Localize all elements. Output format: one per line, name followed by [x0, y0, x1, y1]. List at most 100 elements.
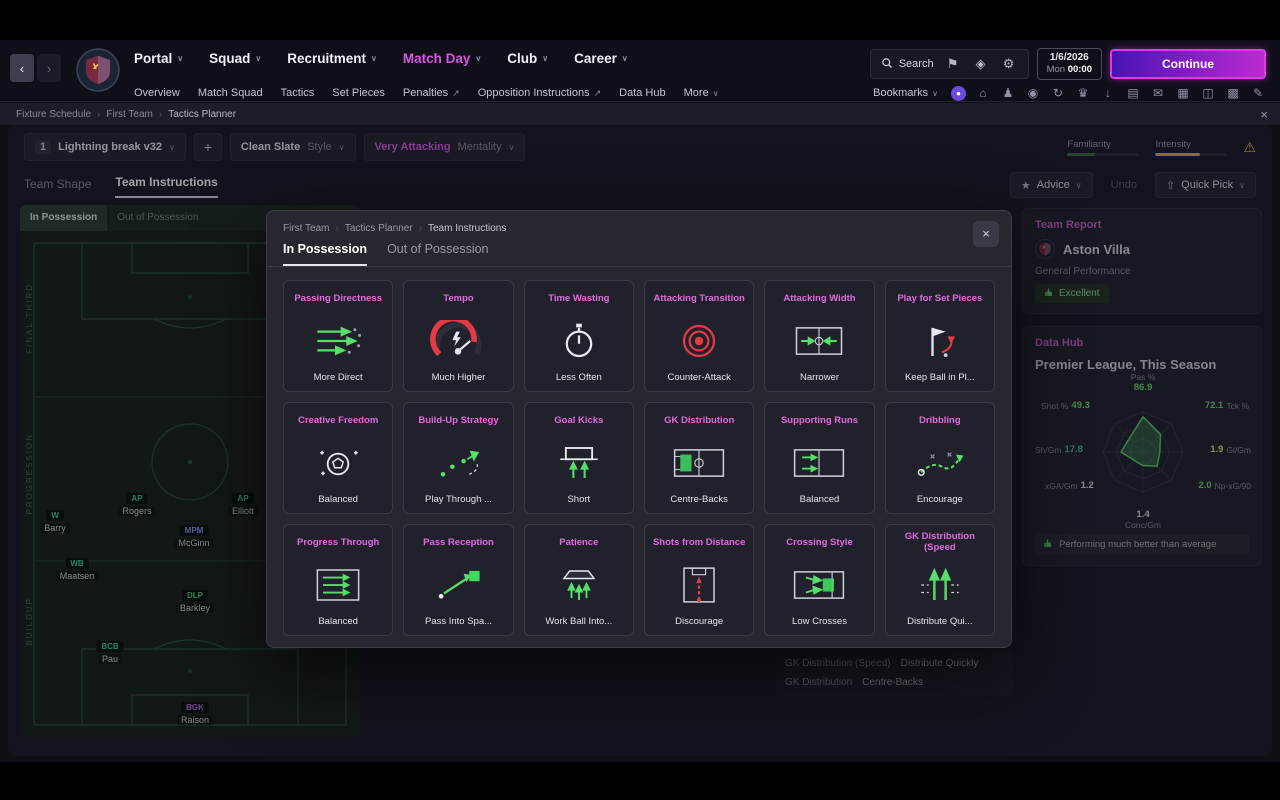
- advice-button[interactable]: ★ Advice ∨: [1009, 172, 1093, 198]
- mail-icon[interactable]: ✉: [1150, 86, 1166, 100]
- printer-icon[interactable]: ▤: [1125, 86, 1141, 100]
- modal-close-button[interactable]: ×: [973, 221, 999, 247]
- shirt-icon[interactable]: ♟: [1000, 86, 1016, 100]
- team-report-panel[interactable]: Team Report Aston Villa General Performa…: [1022, 208, 1262, 314]
- stadium-icon[interactable]: ⌂: [975, 86, 991, 100]
- date-display[interactable]: 1/6/2026 Mon 00:00: [1036, 48, 1102, 80]
- instruction-card-goal-kicks[interactable]: Goal Kicks Short: [523, 402, 634, 514]
- tactic-select[interactable]: 1 Lightning break v32 ∨: [24, 133, 186, 161]
- instruction-card-creative-freedom[interactable]: Creative Freedom Balanced: [283, 402, 394, 514]
- instruction-card-shots-from-distance[interactable]: Shots from Distance Discourage: [644, 524, 755, 636]
- player-role-badge: BGK: [181, 702, 209, 713]
- search-button[interactable]: Search: [881, 57, 934, 72]
- breadcrumb-item-first-team[interactable]: First Team: [106, 109, 153, 120]
- instruction-card-supporting-runs[interactable]: Supporting Runs Balanced: [764, 402, 875, 514]
- breadcrumb-item-team-instructions[interactable]: Team Instructions: [428, 223, 506, 234]
- tab-team-instructions[interactable]: Team Instructions: [115, 175, 218, 198]
- player-raison[interactable]: BGK Raison: [176, 702, 214, 725]
- subnav-item-overview[interactable]: Overview: [134, 87, 180, 99]
- summary-row-label: GK Distribution: [785, 677, 853, 688]
- close-icon[interactable]: ×: [1260, 107, 1268, 122]
- instruction-card-passing-directness[interactable]: Passing Directness More Direct: [283, 280, 394, 392]
- player-rogers[interactable]: AP Rogers: [118, 493, 156, 516]
- download-icon[interactable]: ↓: [1100, 86, 1116, 100]
- pitch-tab-in-possession[interactable]: In Possession: [20, 205, 108, 231]
- forward-button[interactable]: ›: [37, 54, 61, 82]
- instruction-card-title: GK Distribution: [664, 414, 735, 426]
- chat-icon[interactable]: ●: [951, 85, 966, 101]
- chevron-down-icon: ∨: [1239, 180, 1245, 190]
- nav-item-match-day[interactable]: Match Day ∨: [403, 51, 481, 66]
- player-barkley[interactable]: DLP Barkley: [175, 590, 215, 613]
- instruction-card-gk-distribution-speed[interactable]: GK Distribution (Speed Distribute Qui...: [884, 524, 995, 636]
- modal-tab-out-of-possession[interactable]: Out of Possession: [387, 242, 488, 266]
- continue-button[interactable]: Continue: [1110, 49, 1266, 79]
- tab-team-shape[interactable]: Team Shape: [24, 177, 91, 198]
- player-name: Maatsen: [55, 571, 99, 581]
- nav-item-club[interactable]: Club ∨: [507, 51, 548, 66]
- add-tactic-button[interactable]: +: [193, 133, 222, 161]
- subnav-item-match-squad[interactable]: Match Squad: [198, 87, 263, 99]
- instruction-card-attacking-width[interactable]: Attacking Width Narrower: [764, 280, 875, 392]
- mentality-select[interactable]: Very Attacking Mentality ∨: [363, 133, 526, 161]
- pitch-tab-out-of-possession[interactable]: Out of Possession: [107, 205, 208, 231]
- calendar-icon[interactable]: ▩: [1225, 86, 1241, 100]
- nav-item-label: Recruitment: [287, 51, 367, 66]
- subnav-item-set-pieces[interactable]: Set Pieces: [332, 87, 385, 99]
- back-button[interactable]: ‹: [10, 54, 34, 82]
- instruction-card-patience[interactable]: Patience Work Ball Into...: [523, 524, 634, 636]
- notebook-icon[interactable]: ▦: [1175, 86, 1191, 100]
- breadcrumb-item-tactics-planner[interactable]: Tactics Planner: [168, 109, 236, 120]
- modal-tab-in-possession[interactable]: In Possession: [283, 242, 368, 266]
- subnav-item-penalties[interactable]: Penalties ↗: [403, 87, 460, 99]
- trophy-icon[interactable]: ♛: [1075, 86, 1091, 100]
- subnav-item-tactics[interactable]: Tactics: [281, 87, 315, 99]
- bookmarks-button[interactable]: Bookmarks ∨: [873, 87, 938, 99]
- star-icon: ★: [1020, 179, 1031, 192]
- mentality-label: Mentality: [457, 141, 502, 153]
- subnav-item-data-hub[interactable]: Data Hub: [619, 87, 665, 99]
- instruction-card-dribbling[interactable]: Dribbling Encourage: [884, 402, 995, 514]
- quick-pick-button[interactable]: ⇧ Quick Pick ∨: [1154, 172, 1256, 198]
- settings-gear-icon[interactable]: ⚙: [1000, 56, 1018, 72]
- nav-item-recruitment[interactable]: Recruitment ∨: [287, 51, 377, 66]
- bookmark-flag-icon[interactable]: ⚑: [944, 56, 962, 72]
- intensity-meter: Intensity: [1155, 139, 1228, 156]
- instruction-summary-row[interactable]: GK Distribution Centre-Backs: [785, 673, 1003, 692]
- nav-item-career[interactable]: Career ∨: [574, 51, 628, 66]
- instruction-card-time-wasting[interactable]: Time Wasting Less Often: [523, 280, 634, 392]
- hints-icon[interactable]: ◈: [972, 56, 990, 72]
- breadcrumb-item-first-team[interactable]: First Team: [283, 223, 330, 234]
- whistle-icon[interactable]: ◉: [1025, 86, 1041, 100]
- top-bar: ‹ › Portal ∨ Squad ∨ Recruitment ∨ Match Day ∨ C…: [0, 40, 1280, 102]
- instruction-card-progress-through[interactable]: Progress Through Balanced: [283, 524, 394, 636]
- breadcrumb-item-tactics-planner[interactable]: Tactics Planner: [345, 223, 413, 234]
- undo-button[interactable]: Undo: [1101, 172, 1147, 198]
- instruction-card-gk-distribution[interactable]: GK Distribution Centre-Backs: [644, 402, 755, 514]
- instruction-card-crossing-style[interactable]: Crossing Style Low Crosses: [764, 524, 875, 636]
- style-select[interactable]: Clean Slate Style ∨: [229, 133, 356, 161]
- nav-item-portal[interactable]: Portal ∨: [134, 51, 183, 66]
- instruction-summary-row[interactable]: GK Distribution (Speed) Distribute Quickl…: [785, 654, 1003, 673]
- refresh-icon[interactable]: ↻: [1050, 86, 1066, 100]
- instruction-card-tempo[interactable]: Tempo Much Higher: [403, 280, 514, 392]
- player-pau[interactable]: BCB Pau: [96, 641, 124, 664]
- instruction-card-build-up-strategy[interactable]: Build-Up Strategy Play Through ...: [403, 402, 514, 514]
- player-maatsen[interactable]: WB Maatsen: [55, 558, 99, 581]
- summary-row-label: GK Distribution (Speed): [785, 658, 891, 669]
- instruction-card-title: Crossing Style: [786, 536, 853, 548]
- tactic-bar: 1 Lightning break v32 ∨ + Clean Slate St…: [24, 131, 1256, 163]
- player-elliott[interactable]: AP Elliott: [227, 493, 259, 516]
- subnav-item-opposition-instructions[interactable]: Opposition Instructions ↗: [478, 87, 601, 99]
- player-barry[interactable]: W Barry: [40, 510, 70, 533]
- breadcrumb-item-fixture-schedule[interactable]: Fixture Schedule: [16, 109, 91, 120]
- notes-icon[interactable]: ✎: [1250, 86, 1266, 100]
- nav-item-squad[interactable]: Squad ∨: [209, 51, 261, 66]
- player-mcginn[interactable]: MPM McGinn: [174, 525, 214, 548]
- instruction-card-play-for-set-pieces[interactable]: Play for Set Pieces Keep Ball in Pl...: [884, 280, 995, 392]
- instruction-card-attacking-transition[interactable]: Attacking Transition Counter-Attack: [644, 280, 755, 392]
- subnav-item-more[interactable]: More ∨: [684, 87, 719, 99]
- chart-icon[interactable]: ◫: [1200, 86, 1216, 100]
- data-hub-panel[interactable]: Data Hub Premier League, This Season Pas…: [1022, 326, 1262, 566]
- instruction-card-pass-reception[interactable]: Pass Reception Pass Into Spa...: [403, 524, 514, 636]
